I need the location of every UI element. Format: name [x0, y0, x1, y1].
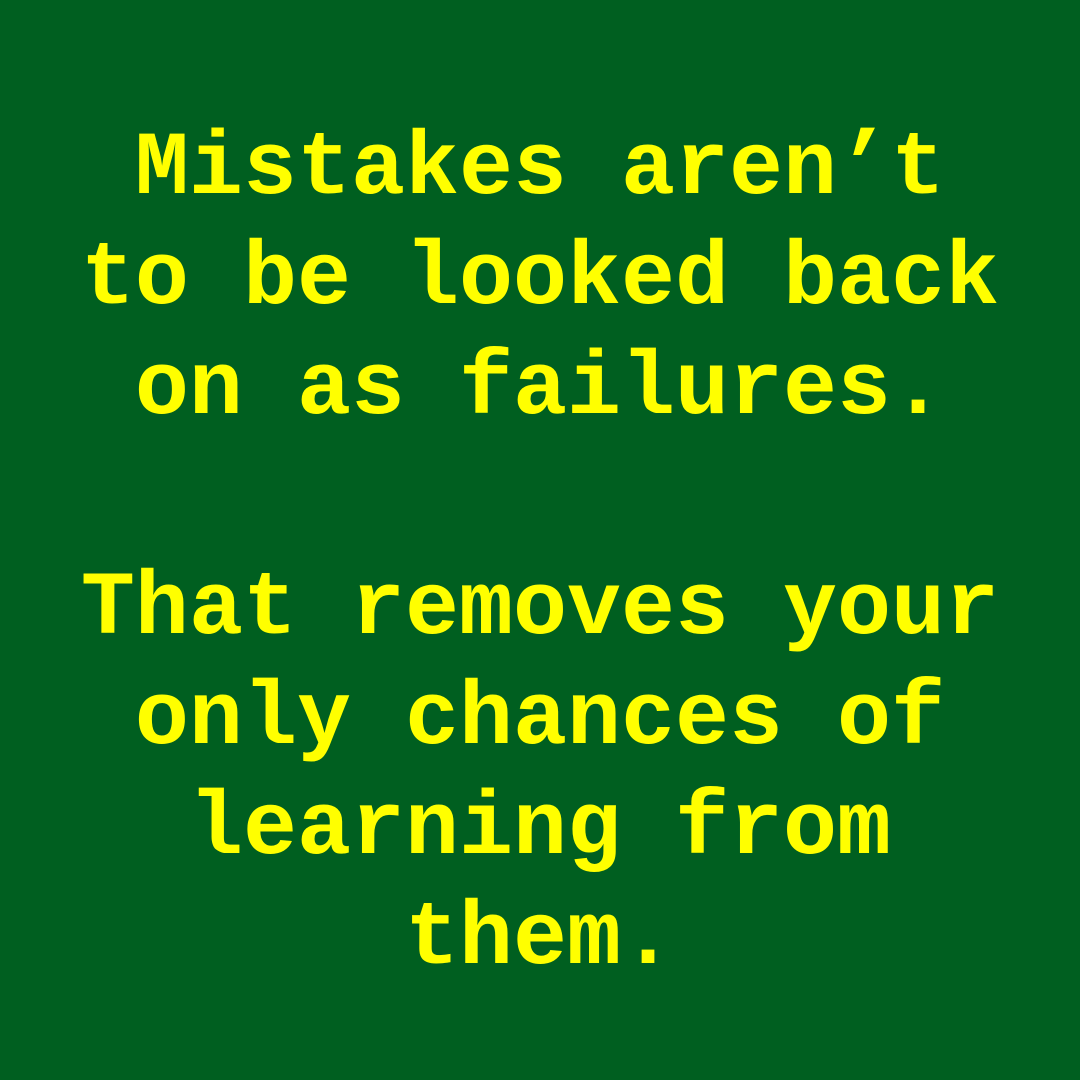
quote-line: them. [404, 889, 676, 991]
quote-line: That removes your [80, 559, 1000, 661]
quote-line: only chances of [134, 669, 946, 771]
quote-line: on as failures. [134, 339, 946, 441]
quote-line: learning from [188, 779, 892, 881]
quote-line: to be looked back [80, 229, 1000, 331]
quote-card: Mistakes aren’t to be looked back on as … [0, 0, 1080, 1080]
quote-line: Mistakes aren’t [134, 119, 946, 221]
